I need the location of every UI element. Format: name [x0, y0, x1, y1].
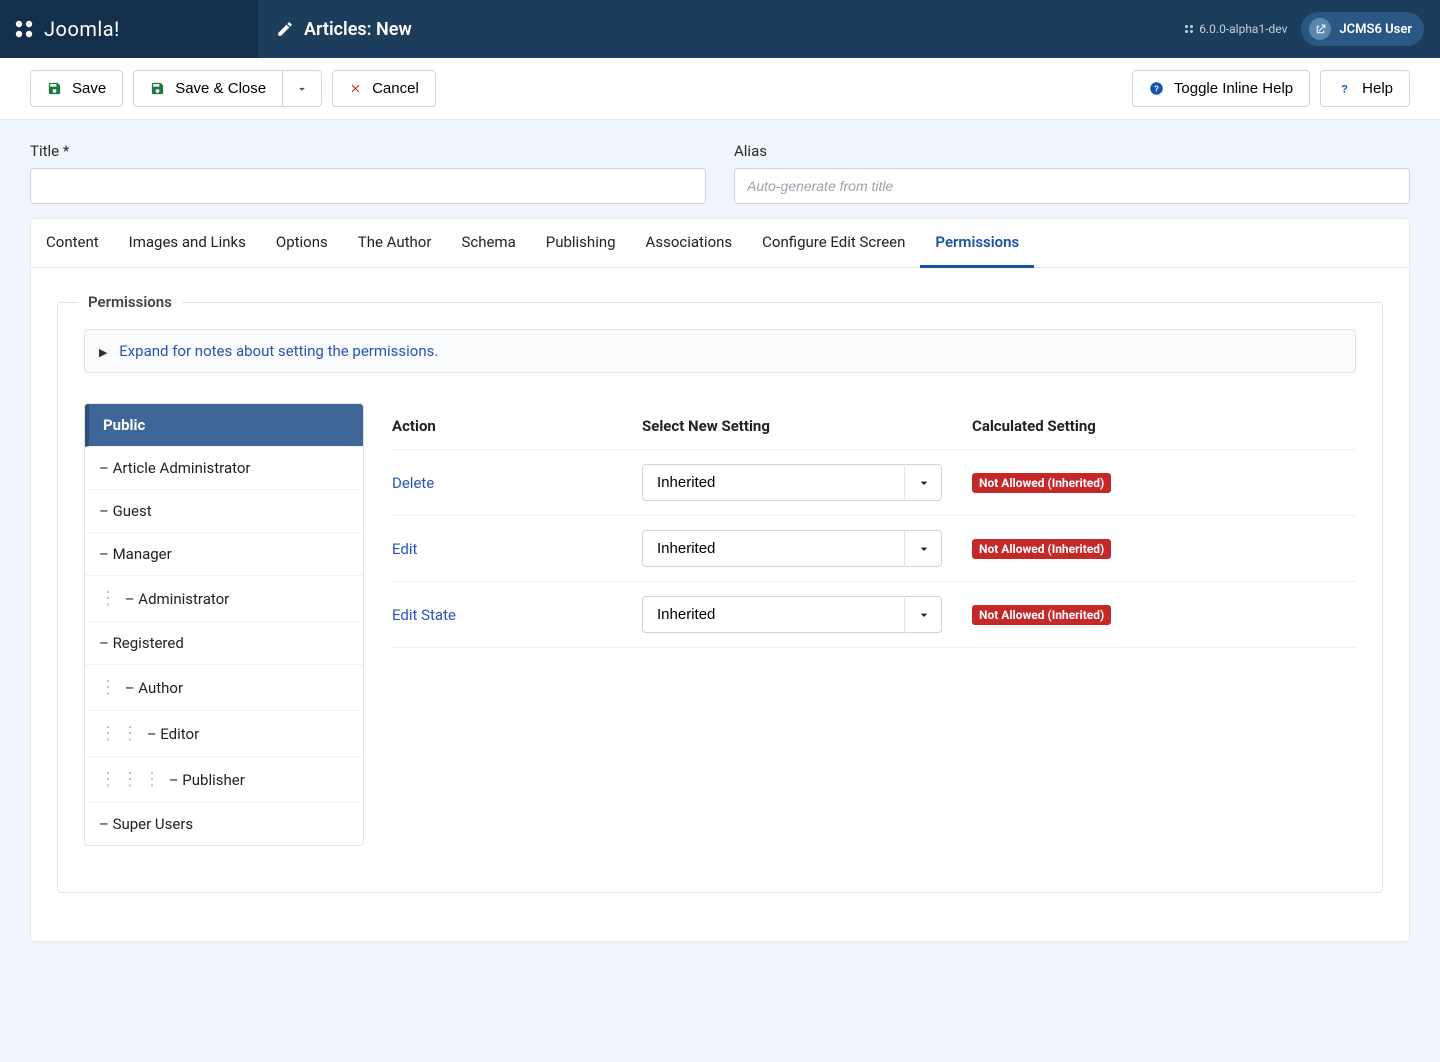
- joomla-logo-icon: [12, 17, 36, 41]
- group-item[interactable]: ⋮ ⋮ ⋮ – Publisher: [85, 757, 363, 803]
- group-label: – Publisher: [165, 771, 245, 789]
- group-label: – Administrator: [121, 590, 229, 608]
- group-item[interactable]: – Manager: [85, 533, 363, 576]
- group-label: – Author: [121, 679, 183, 697]
- panel-body: Permissions ▶ Expand for notes about set…: [31, 268, 1409, 941]
- permission-select[interactable]: Inherited: [642, 596, 942, 633]
- tree-indent-icon: ⋮: [143, 769, 159, 790]
- page-title-wrap: Articles: New: [258, 19, 1183, 40]
- permission-action: Edit: [392, 540, 642, 558]
- save-close-button[interactable]: Save & Close: [133, 70, 282, 107]
- tab-configure[interactable]: Configure Edit Screen: [747, 219, 920, 267]
- calculated-badge: Not Allowed (Inherited): [972, 473, 1111, 493]
- permission-action: Edit State: [392, 606, 642, 624]
- alias-input[interactable]: [734, 168, 1410, 204]
- calculated-badge: Not Allowed (Inherited): [972, 539, 1111, 559]
- tab-associations[interactable]: Associations: [631, 219, 748, 267]
- permissions-table-header: Action Select New Setting Calculated Set…: [392, 403, 1356, 450]
- tree-indent-icon: ⋮: [121, 769, 137, 790]
- tree-indent-icon: ⋮: [99, 677, 115, 698]
- tab-bar: ContentImages and LinksOptionsThe Author…: [31, 219, 1409, 268]
- chevron-down-icon: [295, 82, 309, 96]
- tab-options[interactable]: Options: [261, 219, 343, 267]
- group-label: – Manager: [99, 545, 172, 563]
- user-group-list: Public – Article Administrator – Guest – Ma…: [84, 403, 364, 846]
- permission-row: Edit StateInherited Not Allowed (Inherite…: [392, 582, 1356, 648]
- action-toolbar: Save Save & Close Cancel ? Toggle Inline…: [0, 58, 1440, 120]
- permissions-fieldset: Permissions ▶ Expand for notes about set…: [57, 302, 1383, 893]
- tab-schema[interactable]: Schema: [446, 219, 530, 267]
- triangle-right-icon: ▶: [99, 346, 107, 359]
- tab-content[interactable]: Content: [31, 219, 114, 267]
- tab-permissions[interactable]: Permissions: [920, 219, 1034, 268]
- save-button[interactable]: Save: [30, 70, 123, 107]
- toggle-inline-help-button[interactable]: ? Toggle Inline Help: [1132, 70, 1310, 107]
- alias-field-wrap: Alias: [734, 142, 1410, 204]
- group-item[interactable]: Public: [85, 404, 363, 447]
- group-label: Public: [103, 416, 145, 434]
- group-item[interactable]: – Super Users: [85, 803, 363, 845]
- version-badge[interactable]: 6.0.0-alpha1-dev: [1183, 22, 1287, 36]
- save-close-group: Save & Close: [133, 70, 322, 107]
- permission-action: Delete: [392, 474, 642, 492]
- permissions-table: Action Select New Setting Calculated Set…: [392, 403, 1356, 846]
- title-input[interactable]: [30, 168, 706, 204]
- group-label: – Guest: [99, 502, 152, 520]
- svg-text:?: ?: [1154, 85, 1159, 94]
- tab-images[interactable]: Images and Links: [114, 219, 261, 267]
- permission-row: DeleteInherited Not Allowed (Inherited): [392, 450, 1356, 516]
- page-title: Articles: New: [304, 19, 412, 40]
- tree-indent-icon: ⋮: [99, 769, 115, 790]
- tab-author[interactable]: The Author: [343, 219, 447, 267]
- save-close-dropdown[interactable]: [282, 70, 322, 107]
- svg-text:?: ?: [1341, 83, 1348, 95]
- permission-select[interactable]: Inherited: [642, 464, 942, 501]
- brand[interactable]: Joomla!: [0, 0, 258, 58]
- group-item[interactable]: ⋮ – Administrator: [85, 576, 363, 622]
- tree-indent-icon: ⋮: [121, 723, 137, 744]
- group-label: – Registered: [99, 634, 184, 652]
- group-label: – Article Administrator: [99, 459, 251, 477]
- question-icon: ?: [1337, 81, 1352, 96]
- pencil-icon: [276, 20, 294, 38]
- group-label: – Super Users: [99, 815, 193, 833]
- save-icon: [47, 81, 62, 96]
- expand-hint[interactable]: ▶ Expand for notes about setting the per…: [84, 329, 1356, 373]
- group-item[interactable]: – Registered: [85, 622, 363, 665]
- topbar-right: 6.0.0-alpha1-dev JCMS6 User: [1183, 12, 1440, 46]
- tree-indent-icon: ⋮: [99, 723, 115, 744]
- permission-row: EditInherited Not Allowed (Inherited): [392, 516, 1356, 582]
- permission-select[interactable]: Inherited: [642, 530, 942, 567]
- help-button[interactable]: ? Help: [1320, 70, 1410, 107]
- tree-indent-icon: ⋮: [99, 588, 115, 609]
- group-item[interactable]: ⋮ ⋮ – Editor: [85, 711, 363, 757]
- fieldset-legend: Permissions: [78, 293, 182, 311]
- tab-publishing[interactable]: Publishing: [531, 219, 631, 267]
- calculated-badge: Not Allowed (Inherited): [972, 605, 1111, 625]
- permissions-layout: Public – Article Administrator – Guest – Ma…: [84, 403, 1356, 846]
- group-item[interactable]: ⋮ – Author: [85, 665, 363, 711]
- external-link-icon: [1309, 18, 1331, 40]
- cancel-button[interactable]: Cancel: [332, 70, 436, 107]
- alias-label: Alias: [734, 142, 1410, 160]
- save-icon: [150, 81, 165, 96]
- title-label: Title *: [30, 142, 706, 160]
- tabs-panel: ContentImages and LinksOptionsThe Author…: [30, 218, 1410, 942]
- joomla-small-icon: [1183, 23, 1195, 35]
- user-menu[interactable]: JCMS6 User: [1301, 12, 1424, 46]
- title-alias-row: Title * Alias: [0, 120, 1440, 218]
- group-item[interactable]: – Guest: [85, 490, 363, 533]
- group-item[interactable]: – Article Administrator: [85, 447, 363, 490]
- question-circle-icon: ?: [1149, 81, 1164, 96]
- title-field-wrap: Title *: [30, 142, 706, 204]
- close-icon: [349, 82, 362, 95]
- group-label: – Editor: [143, 725, 199, 743]
- brand-text: Joomla!: [44, 17, 120, 41]
- top-bar: Joomla! Articles: New 6.0.0-alpha1-dev J…: [0, 0, 1440, 58]
